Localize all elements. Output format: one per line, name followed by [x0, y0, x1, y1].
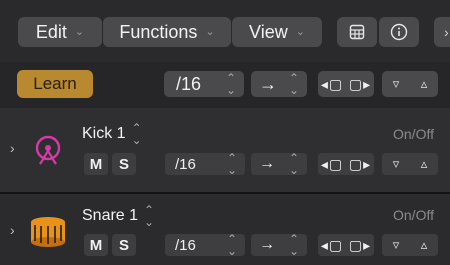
- up-down-icon: ⌃ ⌄: [226, 151, 237, 177]
- chevron-down-icon[interactable]: ▿: [393, 76, 400, 92]
- functions-menu-label: Functions: [119, 21, 198, 42]
- right-arrow-icon: →: [259, 155, 275, 172]
- functions-menu[interactable]: Functions ⌄: [103, 17, 231, 47]
- chevron-up-icon[interactable]: ▵: [421, 237, 428, 253]
- track-name[interactable]: Snare 1 ⌃ ⌄: [82, 204, 154, 228]
- mute-label: M: [89, 155, 103, 173]
- on-off-label[interactable]: On/Off: [393, 126, 434, 142]
- track-row: [0, 108, 450, 192]
- more-icon: ›: [444, 24, 449, 40]
- solo-button[interactable]: S: [112, 153, 136, 175]
- info-button[interactable]: [379, 17, 419, 47]
- disclosure-triangle-icon[interactable]: ›: [10, 140, 15, 156]
- up-down-icon[interactable]: ⌃ ⌄: [132, 122, 142, 146]
- up-down-icon: ⌃ ⌄: [288, 151, 299, 177]
- resolution-value: /16: [176, 73, 202, 94]
- chevron-down-icon[interactable]: ▿: [393, 237, 400, 253]
- solo-label: S: [118, 155, 129, 173]
- chevron-up-icon[interactable]: ▵: [421, 76, 428, 92]
- chevron-down-icon[interactable]: ▿: [393, 156, 400, 172]
- up-down-icon: ⌃ ⌄: [225, 71, 236, 97]
- nudge-right-icon[interactable]: ▢▸: [349, 76, 371, 93]
- direction-stepper[interactable]: → ⌃ ⌄: [251, 151, 307, 177]
- right-arrow-icon: →: [259, 73, 277, 94]
- learn-button-label: Learn: [33, 74, 77, 93]
- nudge-right-icon[interactable]: ▢▸: [349, 156, 371, 173]
- direction-stepper[interactable]: → ⌃ ⌄: [251, 232, 307, 258]
- snare-drum-icon: [28, 214, 68, 250]
- nudge-right-icon[interactable]: ▢▸: [349, 237, 371, 254]
- chevron-down-icon: ⌄: [74, 25, 85, 38]
- mute-label: M: [89, 236, 103, 254]
- mute-button[interactable]: M: [84, 234, 108, 256]
- edit-menu-label: Edit: [35, 21, 67, 42]
- resolution-value: /16: [175, 236, 196, 254]
- nudge-control[interactable]: ◂▢ ▢▸: [318, 234, 374, 256]
- on-off-label[interactable]: On/Off: [393, 207, 434, 223]
- chevron-down-icon: ⌄: [295, 25, 305, 38]
- chevron-down-icon: ⌄: [205, 25, 215, 38]
- mute-button[interactable]: M: [84, 153, 108, 175]
- learn-button[interactable]: Learn: [17, 70, 93, 98]
- nudge-left-icon[interactable]: ◂▢: [321, 156, 343, 173]
- view-menu-label: View: [249, 21, 288, 42]
- right-arrow-icon: →: [259, 236, 275, 253]
- resolution-stepper[interactable]: /16 ⌃ ⌄: [165, 232, 245, 258]
- grid-icon: [349, 24, 365, 40]
- resolution-stepper[interactable]: /16 ⌃ ⌄: [164, 71, 244, 97]
- nudge-control[interactable]: ◂▢ ▢▸: [318, 71, 374, 97]
- up-down-icon: ⌃ ⌄: [288, 232, 299, 258]
- solo-button[interactable]: S: [112, 234, 136, 256]
- view-menu[interactable]: View ⌄: [232, 17, 322, 47]
- up-down-icon[interactable]: ⌃ ⌄: [144, 204, 154, 228]
- track-name-label: Kick 1: [82, 125, 126, 142]
- kick-drum-icon: [30, 133, 66, 169]
- more-button[interactable]: ›: [434, 17, 450, 47]
- nudge-left-icon[interactable]: ◂▢: [321, 76, 343, 93]
- up-down-icon: ⌃ ⌄: [226, 232, 237, 258]
- nudge-control[interactable]: ◂▢ ▢▸: [318, 153, 374, 175]
- track-name[interactable]: Kick 1 ⌃ ⌄: [82, 122, 142, 146]
- vertical-nav[interactable]: ▿ ▵: [382, 71, 438, 97]
- chevron-up-icon[interactable]: ▵: [421, 156, 428, 172]
- vertical-nav[interactable]: ▿ ▵: [382, 234, 438, 256]
- track-name-label: Snare 1: [82, 207, 139, 224]
- resolution-stepper[interactable]: /16 ⌃ ⌄: [165, 151, 245, 177]
- up-down-icon: ⌃ ⌄: [288, 71, 299, 97]
- disclosure-triangle-icon[interactable]: ›: [10, 222, 15, 238]
- info-icon: [390, 23, 408, 41]
- direction-stepper[interactable]: → ⌃ ⌄: [251, 71, 307, 97]
- edit-menu[interactable]: Edit ⌄: [18, 17, 102, 47]
- vertical-nav[interactable]: ▿ ▵: [382, 153, 438, 175]
- grid-button[interactable]: [337, 17, 377, 47]
- resolution-value: /16: [175, 155, 196, 173]
- nudge-left-icon[interactable]: ◂▢: [321, 237, 343, 254]
- solo-label: S: [118, 236, 129, 254]
